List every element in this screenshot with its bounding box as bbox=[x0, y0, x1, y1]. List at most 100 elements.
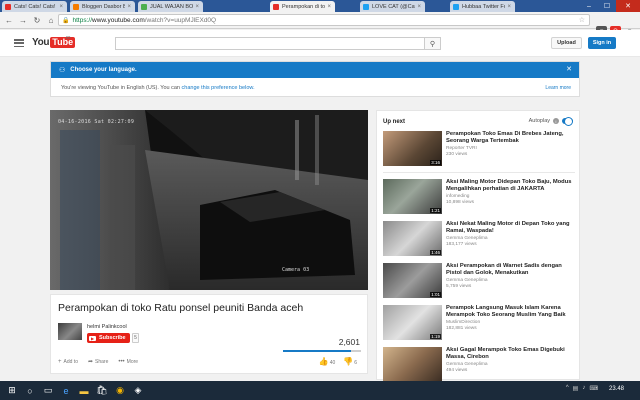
change-preference-link[interactable]: change this preference below. bbox=[182, 85, 255, 91]
add-to-button[interactable]: + Add to bbox=[58, 358, 78, 365]
recommended-video[interactable]: 1:46 Aksi Nekat Maling Motor di Depan To… bbox=[383, 221, 577, 257]
tab-close-icon[interactable]: × bbox=[195, 4, 199, 10]
volume-icon[interactable]: ♪ bbox=[582, 385, 585, 392]
language-notice: ⚇ Choose your language. ✕ You're viewing… bbox=[50, 61, 580, 97]
subscribe-button[interactable]: ▶ Subscribe bbox=[87, 333, 130, 343]
autoplay-toggle[interactable] bbox=[562, 117, 573, 126]
task-view-icon[interactable]: ▭ bbox=[40, 383, 56, 398]
language-notice-bar: ⚇ Choose your language. ✕ bbox=[51, 62, 579, 78]
video-thumbnail[interactable]: 1:46 bbox=[383, 221, 442, 256]
reload-icon[interactable]: ↻ bbox=[30, 13, 44, 27]
video-title[interactable]: Perampokan Toko Emas Di Brebes Jateng, S… bbox=[446, 131, 576, 145]
tab-close-icon[interactable]: × bbox=[127, 4, 131, 10]
video-title[interactable]: Aksi Maling Motor Didepan Toko Baju, Mod… bbox=[446, 179, 576, 193]
video-duration: 3:16 bbox=[430, 160, 441, 165]
thumbs-down-icon: 👎 bbox=[343, 357, 354, 366]
recommended-video[interactable]: 1:01 Aksi Perampokan di Warnet Sadis den… bbox=[383, 263, 577, 299]
video-title[interactable]: Perampok Langsung Masuk Islam Karena Mer… bbox=[446, 305, 576, 319]
tab-close-icon[interactable]: × bbox=[59, 4, 63, 10]
tab-close-icon[interactable]: × bbox=[327, 4, 331, 10]
close-icon[interactable]: ✕ bbox=[566, 65, 572, 73]
plus-icon: + bbox=[58, 358, 62, 365]
file-explorer-icon[interactable]: ▬ bbox=[76, 383, 92, 398]
learn-more-link[interactable]: Learn more bbox=[545, 85, 571, 91]
store-icon[interactable]: 🛍 bbox=[94, 383, 110, 398]
video-player[interactable]: 04-16-2016 Sat 02:27:09 Camera 03 bbox=[50, 110, 368, 290]
recommended-video[interactable]: 1:19 Perampok Langsung Masuk Islam Karen… bbox=[383, 305, 577, 341]
upload-button[interactable]: Upload bbox=[551, 37, 582, 49]
search-icon[interactable]: ⚲ bbox=[425, 37, 441, 50]
keyboard-icon[interactable]: ⌨ bbox=[589, 385, 598, 392]
globe-language-icon: ⚇ bbox=[59, 67, 66, 74]
home-icon[interactable]: ⌂ bbox=[44, 13, 58, 27]
browser-tab[interactable]: LOVE CAT (@Cat_cuteca× bbox=[360, 1, 425, 12]
dislike-button[interactable]: 👎6 bbox=[343, 357, 357, 366]
youtube-logo[interactable]: You Tube ID bbox=[32, 35, 76, 48]
cctv-timestamp: 04-16-2016 Sat 02:27:09 bbox=[58, 119, 135, 125]
tab-favicon-icon bbox=[363, 3, 369, 10]
like-button[interactable]: 👍40 bbox=[319, 357, 336, 366]
video-title[interactable]: Aksi Perampokan di Warnet Sadis dengan P… bbox=[446, 263, 576, 277]
video-views: 5,759 views bbox=[446, 284, 472, 289]
chrome-icon[interactable]: ◉ bbox=[112, 383, 128, 398]
info-icon[interactable]: i bbox=[553, 118, 559, 124]
browser-tab[interactable]: Hubbaa Twitter Follows× bbox=[450, 1, 515, 12]
video-thumbnail[interactable]: 3:16 bbox=[383, 131, 442, 166]
like-ratio-bar bbox=[283, 350, 361, 352]
browser-tab[interactable]: Bloggen Dasbor Blogge× bbox=[70, 1, 135, 12]
video-thumbnail[interactable] bbox=[383, 347, 442, 382]
bookmark-star-icon[interactable]: ☆ bbox=[579, 16, 585, 24]
browser-tab[interactable]: JUAL WAJAN BOLIC N× bbox=[138, 1, 203, 12]
cctv-frame bbox=[50, 110, 368, 290]
tab-close-icon[interactable]: × bbox=[417, 4, 421, 10]
url-field[interactable]: 🔒 https://www.youtube.com/watch?v=uupMJl… bbox=[58, 14, 590, 26]
sign-in-button[interactable]: Sign in bbox=[588, 37, 616, 49]
up-next-heading: Up next bbox=[383, 119, 406, 125]
search-input[interactable] bbox=[115, 37, 425, 50]
action-row: + Add to ➦ Share ••• More bbox=[58, 358, 138, 366]
chevron-up-icon[interactable]: ^ bbox=[566, 385, 569, 392]
rating-row: 👍40 👎6 bbox=[319, 357, 357, 366]
edge-browser-icon[interactable]: e bbox=[58, 383, 74, 398]
search-icon[interactable]: ○ bbox=[22, 383, 38, 398]
tab-close-icon[interactable]: × bbox=[507, 4, 511, 10]
language-notice-body: You're viewing YouTube in English (US). … bbox=[61, 85, 255, 91]
channel-avatar[interactable] bbox=[58, 323, 82, 340]
camera-app-icon[interactable]: ◈ bbox=[130, 383, 146, 398]
guide-menu-icon[interactable] bbox=[14, 39, 24, 47]
minimize-icon[interactable]: – bbox=[580, 0, 598, 12]
video-views: 10,898 views bbox=[446, 200, 474, 205]
more-button[interactable]: ••• More bbox=[118, 358, 138, 365]
recommended-video[interactable]: 1:21 Aksi Maling Motor Didepan Toko Baju… bbox=[383, 179, 577, 215]
taskbar-clock[interactable]: 23.48 bbox=[609, 386, 624, 392]
up-next-sidebar: Up next Autoplay i 3:16 Perampokan Toko … bbox=[376, 110, 580, 383]
video-views: 494 views bbox=[446, 368, 468, 373]
close-window-icon[interactable]: ✕ bbox=[616, 0, 640, 12]
video-info: Perampokan di toko Ratu ponsel peuniti B… bbox=[50, 294, 368, 374]
browser-tab[interactable]: Cats! Cats! Cats! - Kolin× bbox=[2, 1, 67, 12]
video-duration: 1:19 bbox=[430, 334, 441, 339]
back-icon[interactable]: ← bbox=[2, 13, 16, 27]
video-views: 183,177 views bbox=[446, 242, 477, 247]
share-button[interactable]: ➦ Share bbox=[88, 358, 108, 366]
maximize-icon[interactable]: ☐ bbox=[598, 0, 616, 12]
thumbs-up-icon: 👍 bbox=[318, 357, 329, 366]
recommended-video[interactable]: Aksi Gagal Merampok Toko Emas Digebuki M… bbox=[383, 347, 577, 383]
channel-name[interactable]: helmi Palinkcool bbox=[87, 324, 127, 330]
browser-tab-active[interactable]: Perampokan di toko R× bbox=[270, 1, 335, 12]
video-title: Perampokan di toko Ratu ponsel peuniti B… bbox=[58, 302, 304, 314]
windows-start-icon[interactable]: ⊞ bbox=[4, 383, 20, 398]
video-title[interactable]: Aksi Nekat Maling Motor di Depan Toko ya… bbox=[446, 221, 576, 235]
network-icon[interactable]: ▤ bbox=[573, 385, 579, 392]
tab-favicon-icon bbox=[273, 3, 279, 10]
forward-icon[interactable]: → bbox=[16, 13, 30, 27]
video-duration: 1:21 bbox=[430, 208, 441, 213]
video-thumbnail[interactable]: 1:01 bbox=[383, 263, 442, 298]
video-views: 182,881 views bbox=[446, 326, 477, 331]
video-duration: 1:46 bbox=[430, 250, 441, 255]
recommended-video[interactable]: 3:16 Perampokan Toko Emas Di Brebes Jate… bbox=[383, 131, 577, 167]
video-thumbnail[interactable]: 1:19 bbox=[383, 305, 442, 340]
video-thumbnail[interactable]: 1:21 bbox=[383, 179, 442, 214]
video-duration: 1:01 bbox=[430, 292, 441, 297]
video-title[interactable]: Aksi Gagal Merampok Toko Emas Digebuki M… bbox=[446, 347, 576, 361]
